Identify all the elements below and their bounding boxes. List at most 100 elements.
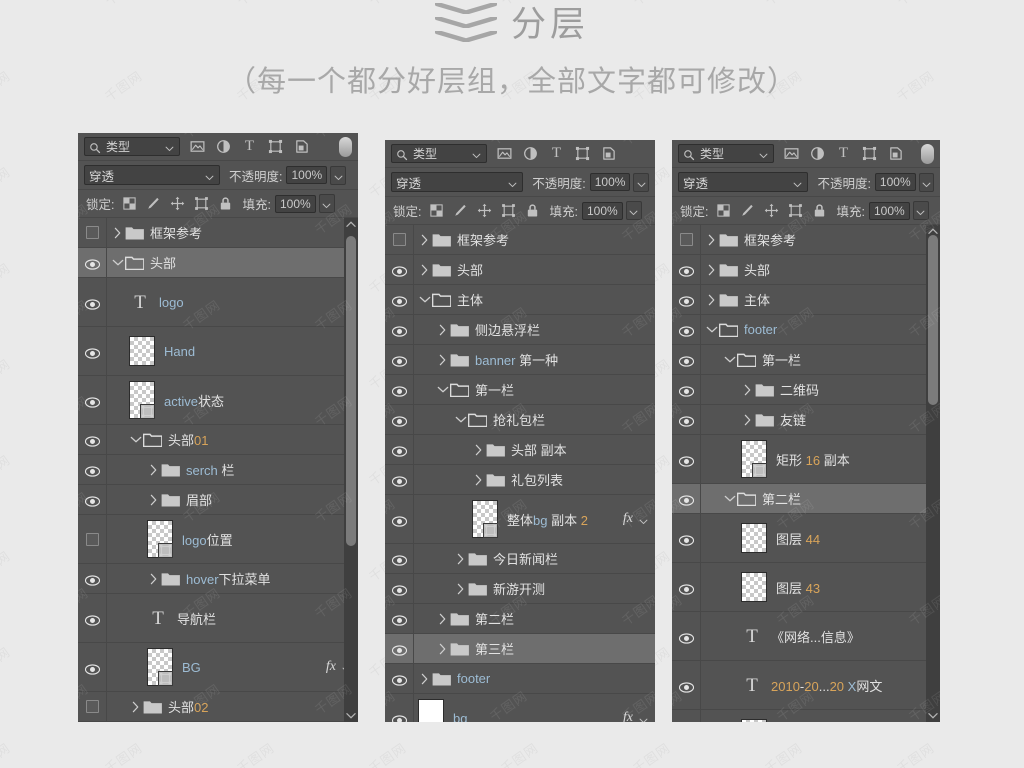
layer-visibility-eye-icon[interactable] xyxy=(678,264,694,277)
twirl-open-icon[interactable] xyxy=(705,323,719,337)
fill-stepper[interactable] xyxy=(625,201,642,220)
twirl-open-icon[interactable] xyxy=(129,433,143,447)
twirl-closed-icon[interactable] xyxy=(147,463,161,477)
layer-filter-select[interactable]: 类型 xyxy=(391,144,487,163)
layer-visibility-cell[interactable] xyxy=(672,563,701,611)
type-layer-filter-icon[interactable]: T xyxy=(836,146,851,161)
layer-list[interactable]: 框架参考 头部 T logo Hand active状态 头部01 serch … xyxy=(78,218,358,722)
twirl-closed-icon[interactable] xyxy=(454,552,468,566)
layer-visibility-cell[interactable] xyxy=(672,345,701,374)
layer-visibility-cell[interactable] xyxy=(78,564,107,593)
layer-row[interactable]: 第一栏 xyxy=(672,345,940,375)
layer-visibility-cell[interactable] xyxy=(385,435,414,464)
twirl-closed-icon[interactable] xyxy=(129,700,143,714)
layer-body[interactable]: T logo xyxy=(107,278,358,326)
layer-visibility-cell[interactable] xyxy=(78,485,107,514)
twirl-open-icon[interactable] xyxy=(111,256,125,270)
layer-visibility-cell[interactable] xyxy=(672,435,701,483)
layer-body[interactable]: 整体bg 副本 2 fx xyxy=(414,495,655,543)
scrollbar-thumb[interactable] xyxy=(346,236,356,546)
opacity-input[interactable]: 100% xyxy=(874,173,916,191)
layer-visibility-cell[interactable] xyxy=(672,612,701,660)
twirl-closed-icon[interactable] xyxy=(705,263,719,277)
layer-visibility-eye-icon[interactable] xyxy=(678,493,694,506)
layer-visibility-eye-icon[interactable] xyxy=(84,613,100,626)
layer-visibility-eye-icon[interactable] xyxy=(678,414,694,427)
chevron-down-icon[interactable] xyxy=(638,713,649,722)
layer-visibility-cell[interactable] xyxy=(385,694,414,722)
layer-thumbnail[interactable] xyxy=(741,523,767,553)
layer-row[interactable]: serch 栏 xyxy=(78,455,358,485)
chevron-down-icon[interactable] xyxy=(164,141,175,152)
layer-row[interactable]: 图层 43 xyxy=(672,563,940,612)
filter-toggle-switch[interactable] xyxy=(921,143,934,164)
layer-row[interactable]: 图层 44 xyxy=(672,514,940,563)
layer-body[interactable]: footer xyxy=(701,315,940,344)
layer-body[interactable]: banner 第一种 xyxy=(414,345,655,374)
layer-row[interactable]: 抢礼包栏 xyxy=(385,405,655,435)
layer-row[interactable]: 侧边悬浮栏 xyxy=(385,315,655,345)
layer-row[interactable]: 矩形 16 副本 xyxy=(672,435,940,484)
layer-body[interactable]: 眉部 xyxy=(107,485,358,514)
twirl-closed-icon[interactable] xyxy=(147,572,161,586)
layer-body[interactable]: logo位置 xyxy=(107,515,358,563)
layer-visibility-eye-icon[interactable] xyxy=(391,673,407,686)
layer-visibility-cell[interactable] xyxy=(385,285,414,314)
scrollbar-thumb[interactable] xyxy=(928,235,938,405)
layer-visibility-eye-icon[interactable] xyxy=(391,414,407,427)
layer-row[interactable]: banner 第一种 xyxy=(385,345,655,375)
opacity-input[interactable]: 100% xyxy=(286,166,328,184)
layer-visibility-eye-icon[interactable] xyxy=(84,395,100,408)
layer-visibility-eye-icon[interactable] xyxy=(84,494,100,507)
layer-row[interactable]: BG fx xyxy=(78,643,358,692)
layer-thumbnail[interactable] xyxy=(472,500,498,538)
layer-visibility-eye-icon[interactable] xyxy=(391,514,407,527)
chevron-down-icon[interactable] xyxy=(204,170,215,181)
layer-row[interactable]: 第二栏 xyxy=(385,604,655,634)
twirl-closed-icon[interactable] xyxy=(436,323,450,337)
layer-visibility-cell[interactable] xyxy=(385,544,414,573)
layer-body[interactable]: serch 栏 xyxy=(107,455,358,484)
lock-image-icon[interactable] xyxy=(740,203,755,218)
layer-body[interactable]: 礼包列表 xyxy=(414,465,655,494)
twirl-closed-icon[interactable] xyxy=(147,493,161,507)
fill-input[interactable]: 100% xyxy=(868,201,910,220)
smart-object-filter-icon[interactable] xyxy=(601,146,616,161)
layer-body[interactable]: 框架参考 xyxy=(414,225,655,254)
twirl-open-icon[interactable] xyxy=(723,492,737,506)
layer-visibility-eye-icon[interactable] xyxy=(391,444,407,457)
chevron-down-icon[interactable] xyxy=(638,514,649,525)
layer-visibility-eye-icon[interactable] xyxy=(678,533,694,546)
layer-visibility-cell[interactable] xyxy=(78,248,107,277)
layer-visibility-cell[interactable] xyxy=(385,255,414,284)
layer-visibility-cell[interactable] xyxy=(385,495,414,543)
chevron-down-icon[interactable] xyxy=(758,148,769,159)
layer-visibility-eye-icon[interactable] xyxy=(391,643,407,656)
lock-transparency-icon[interactable] xyxy=(429,203,444,218)
layer-visibility-off-checkbox[interactable] xyxy=(85,700,99,713)
layer-body[interactable]: 头部 xyxy=(107,248,358,277)
twirl-closed-icon[interactable] xyxy=(418,672,432,686)
layer-visibility-off-checkbox[interactable] xyxy=(679,233,693,246)
layer-row[interactable]: 整体bg 副本 2 fx xyxy=(385,495,655,544)
layer-body[interactable]: 第一栏 xyxy=(701,345,940,374)
layer-body[interactable]: 框架参考 xyxy=(701,225,940,254)
layer-row[interactable]: 友链 xyxy=(672,405,940,435)
layer-row[interactable]: 第一栏 xyxy=(385,375,655,405)
twirl-closed-icon[interactable] xyxy=(418,233,432,247)
scroll-down-button[interactable] xyxy=(926,709,940,722)
layer-body[interactable]: BG fx xyxy=(107,643,358,691)
layer-row[interactable]: 礼包列表 xyxy=(385,465,655,495)
layer-visibility-cell[interactable] xyxy=(78,376,107,424)
layer-visibility-cell[interactable] xyxy=(672,285,701,314)
layer-body[interactable]: 图层 44 xyxy=(701,514,940,562)
twirl-open-icon[interactable] xyxy=(436,383,450,397)
layer-row[interactable]: T 《网络...信息》 xyxy=(672,612,940,661)
layers-panel-2[interactable]: 类型 T 穿透 不透明度: 100% 锁定: 填充: 100% 框架参考 头部 … xyxy=(385,140,655,722)
twirl-closed-icon[interactable] xyxy=(472,443,486,457)
layer-body[interactable]: 主体 xyxy=(701,285,940,314)
layers-panel-3[interactable]: 类型 T 穿透 不透明度: 100% 锁定: 填充: 100% 框架参考 头部 … xyxy=(672,140,940,722)
layer-thumbnail[interactable] xyxy=(741,719,767,722)
layer-visibility-eye-icon[interactable] xyxy=(391,384,407,397)
layer-visibility-cell[interactable] xyxy=(78,278,107,326)
